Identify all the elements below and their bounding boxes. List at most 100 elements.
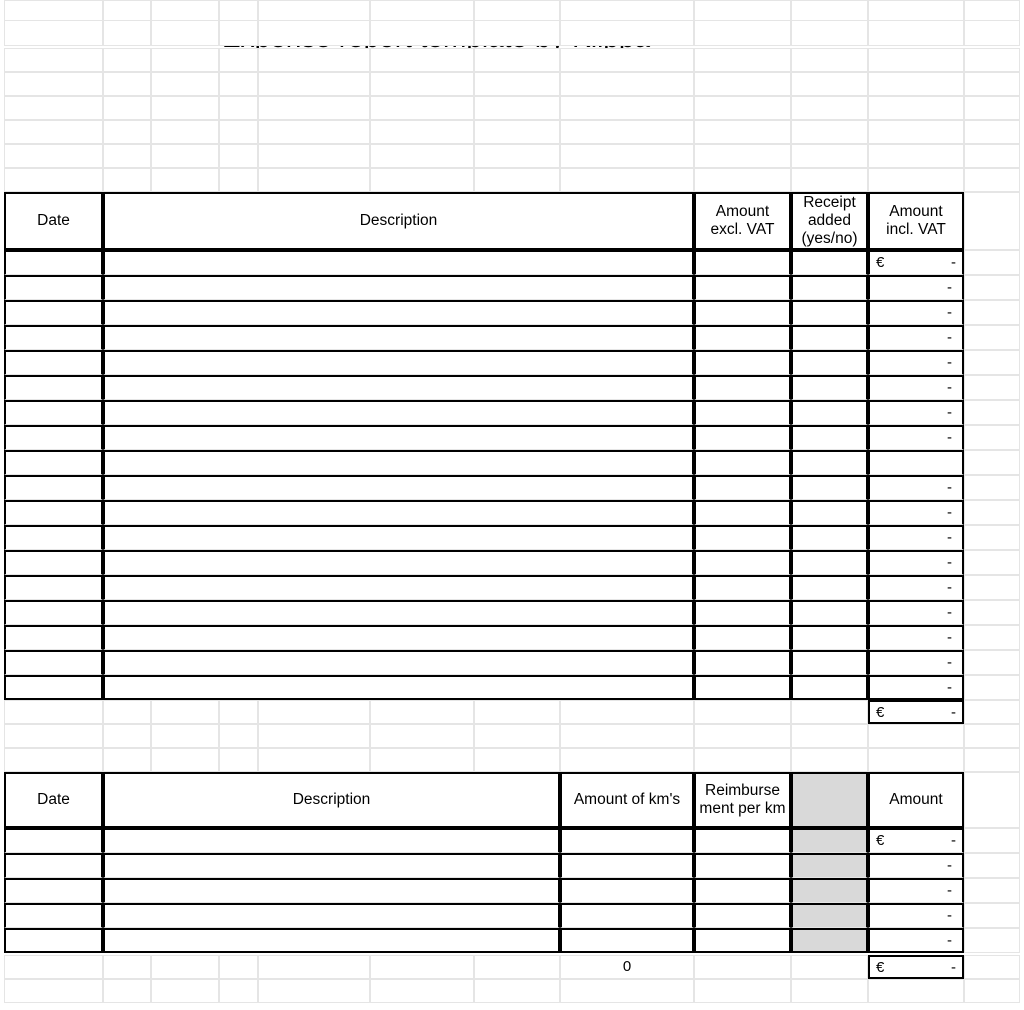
pocket-cell[interactable] [694, 600, 791, 625]
grid-cell[interactable] [474, 96, 560, 120]
pocket-cell[interactable] [694, 550, 791, 575]
pocket-cell[interactable] [103, 375, 694, 400]
grid-cell[interactable] [258, 955, 370, 979]
grid-cell[interactable] [219, 120, 258, 144]
grid-cell[interactable] [964, 550, 1020, 575]
pocket-cell[interactable]: €- [868, 250, 964, 275]
pocket-cell[interactable]: - [868, 400, 964, 425]
grid-cell[interactable] [151, 144, 219, 168]
pocket-cell[interactable] [791, 250, 868, 275]
grid-cell[interactable] [4, 144, 103, 168]
pocket-cell[interactable] [4, 675, 103, 700]
grid-cell[interactable] [964, 20, 1020, 46]
pocket-cell[interactable] [4, 450, 103, 475]
travel-cell[interactable] [560, 828, 694, 853]
travel-cell[interactable] [4, 903, 103, 928]
grid-cell[interactable] [103, 96, 151, 120]
pocket-cell[interactable] [4, 525, 103, 550]
grid-cell[interactable] [868, 724, 964, 748]
grid-cell[interactable] [370, 979, 474, 1003]
pocket-cell[interactable] [791, 275, 868, 300]
grid-cell[interactable] [474, 144, 560, 168]
grid-cell[interactable] [258, 48, 370, 72]
grid-cell[interactable] [103, 979, 151, 1003]
grid-cell[interactable] [219, 144, 258, 168]
grid-cell[interactable] [964, 575, 1020, 600]
grid-cell[interactable] [964, 375, 1020, 400]
grid-cell[interactable] [103, 724, 151, 748]
grid-cell[interactable] [370, 724, 474, 748]
pocket-cell[interactable] [103, 550, 694, 575]
travel-cell[interactable]: - [868, 903, 964, 928]
grid-cell[interactable] [964, 525, 1020, 550]
grid-cell[interactable] [791, 979, 868, 1003]
grid-cell[interactable] [791, 96, 868, 120]
grid-cell[interactable] [964, 600, 1020, 625]
grid-cell[interactable] [964, 192, 1020, 250]
pocket-cell[interactable] [103, 475, 694, 500]
grid-cell[interactable] [4, 724, 103, 748]
grid-cell[interactable] [791, 120, 868, 144]
grid-cell[interactable] [219, 700, 258, 724]
pocket-cell[interactable] [103, 500, 694, 525]
pocket-cell[interactable] [103, 325, 694, 350]
grid-cell[interactable] [964, 772, 1020, 828]
grid-cell[interactable] [474, 48, 560, 72]
grid-cell[interactable] [964, 979, 1020, 1003]
grid-cell[interactable] [219, 20, 258, 46]
pocket-cell[interactable] [791, 600, 868, 625]
grid-cell[interactable] [868, 979, 964, 1003]
pocket-cell[interactable]: - [868, 500, 964, 525]
grid-cell[interactable] [219, 72, 258, 96]
grid-cell[interactable] [103, 168, 151, 192]
grid-cell[interactable] [4, 72, 103, 96]
pocket-cell[interactable] [868, 450, 964, 475]
travel-cell[interactable] [694, 828, 791, 853]
grid-cell[interactable] [964, 700, 1020, 724]
grid-cell[interactable] [694, 20, 791, 46]
grid-cell[interactable] [219, 724, 258, 748]
grid-cell[interactable] [474, 120, 560, 144]
pocket-cell[interactable] [791, 450, 868, 475]
grid-cell[interactable] [258, 72, 370, 96]
pocket-cell[interactable] [791, 625, 868, 650]
pocket-cell[interactable] [694, 350, 791, 375]
grid-cell[interactable] [791, 144, 868, 168]
grid-cell[interactable] [560, 48, 694, 72]
travel-cell[interactable] [103, 928, 560, 953]
grid-cell[interactable] [258, 120, 370, 144]
grid-cell[interactable] [103, 20, 151, 46]
travel-cell[interactable] [4, 928, 103, 953]
grid-cell[interactable] [370, 72, 474, 96]
grid-cell[interactable] [258, 96, 370, 120]
grid-cell[interactable] [219, 168, 258, 192]
grid-cell[interactable] [370, 120, 474, 144]
grid-cell[interactable] [151, 979, 219, 1003]
grid-cell[interactable] [474, 724, 560, 748]
grid-cell[interactable] [370, 144, 474, 168]
travel-cell[interactable] [694, 853, 791, 878]
pocket-cell[interactable] [103, 650, 694, 675]
grid-cell[interactable] [791, 168, 868, 192]
grid-cell[interactable] [258, 979, 370, 1003]
grid-cell[interactable] [560, 20, 694, 46]
grid-cell[interactable] [964, 325, 1020, 350]
grid-cell[interactable] [964, 144, 1020, 168]
grid-cell[interactable] [560, 700, 694, 724]
grid-cell[interactable] [219, 979, 258, 1003]
grid-cell[interactable] [474, 72, 560, 96]
grid-cell[interactable] [964, 300, 1020, 325]
travel-cell[interactable] [103, 853, 560, 878]
pocket-cell[interactable] [694, 450, 791, 475]
grid-cell[interactable] [560, 144, 694, 168]
grid-cell[interactable] [868, 72, 964, 96]
grid-cell[interactable] [964, 168, 1020, 192]
pocket-cell[interactable] [103, 450, 694, 475]
grid-cell[interactable] [964, 72, 1020, 96]
pocket-cell[interactable] [791, 650, 868, 675]
travel-cell[interactable] [694, 928, 791, 953]
pocket-cell[interactable] [791, 525, 868, 550]
grid-cell[interactable] [964, 120, 1020, 144]
travel-cell[interactable] [560, 903, 694, 928]
grid-cell[interactable] [560, 96, 694, 120]
